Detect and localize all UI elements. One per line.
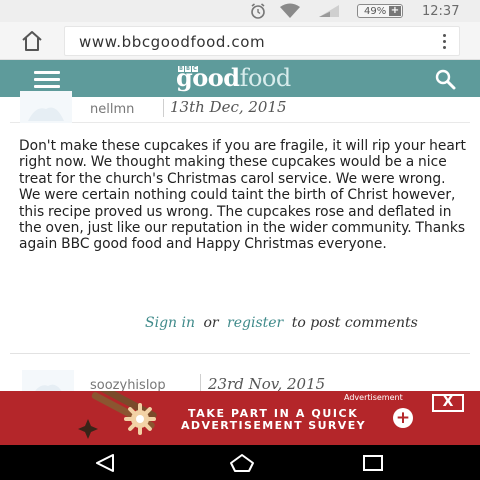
avatar <box>20 91 72 123</box>
separator <box>200 374 201 392</box>
logo-text-food: food <box>239 64 292 92</box>
separator <box>163 99 164 117</box>
prompt-or: or <box>203 315 219 331</box>
recent-apps-icon[interactable] <box>363 455 383 471</box>
signal-icon <box>318 0 340 22</box>
register-link[interactable]: register <box>227 315 283 331</box>
charging-icon: + <box>389 5 401 16</box>
battery-percent: 49% <box>364 5 387 17</box>
ad-illustration <box>60 391 170 445</box>
post-comment-prompt: Sign in or register to post comments <box>145 315 418 331</box>
sign-in-link[interactable]: Sign in <box>145 315 195 331</box>
ad-close-button[interactable]: X <box>432 394 464 412</box>
comment-divider <box>10 353 470 354</box>
prompt-suffix: to post comments <box>291 315 418 331</box>
search-icon[interactable] <box>434 68 456 90</box>
bbc-logo: B B C <box>178 66 198 72</box>
back-icon[interactable] <box>94 454 116 472</box>
address-bar[interactable]: www.bbcgoodfood.com <box>64 26 460 56</box>
hamburger-menu-icon[interactable] <box>34 71 60 88</box>
ad-plus-icon[interactable]: + <box>393 408 413 428</box>
url-text[interactable]: www.bbcgoodfood.com <box>79 33 265 51</box>
ad-headline-line2: ADVERTISEMENT SURVEY <box>181 419 366 432</box>
comment-body: Don't make these cupcakes if you are fra… <box>19 138 466 253</box>
overflow-menu-icon[interactable] <box>441 34 447 52</box>
site-header: B B C good food <box>0 60 480 97</box>
home-icon[interactable] <box>20 30 44 52</box>
advertisement-banner[interactable]: Advertisement X TAKE PART IN A QUICK ADV… <box>0 391 480 445</box>
browser-toolbar: www.bbcgoodfood.com <box>0 22 480 60</box>
comment-date: 13th Dec, 2015 <box>170 98 287 116</box>
alarm-icon <box>249 0 267 22</box>
goodfood-logo[interactable]: B B C good food <box>176 64 292 93</box>
screen: 49% + 12:37 www.bbcgoodfood.com B B C go… <box>0 0 480 480</box>
ad-label: Advertisement <box>344 393 403 402</box>
comment-header: nellmn 13th Dec, 2015 <box>10 91 470 123</box>
status-bar: 49% + 12:37 <box>0 0 480 22</box>
clock: 12:37 <box>422 3 460 19</box>
battery-icon: 49% + <box>357 4 403 18</box>
home-icon[interactable] <box>229 453 255 473</box>
comment-username[interactable]: nellmn <box>90 102 134 117</box>
navigation-bar <box>0 445 480 480</box>
wifi-icon <box>279 0 301 22</box>
battery-indicator: 49% + <box>357 0 403 22</box>
